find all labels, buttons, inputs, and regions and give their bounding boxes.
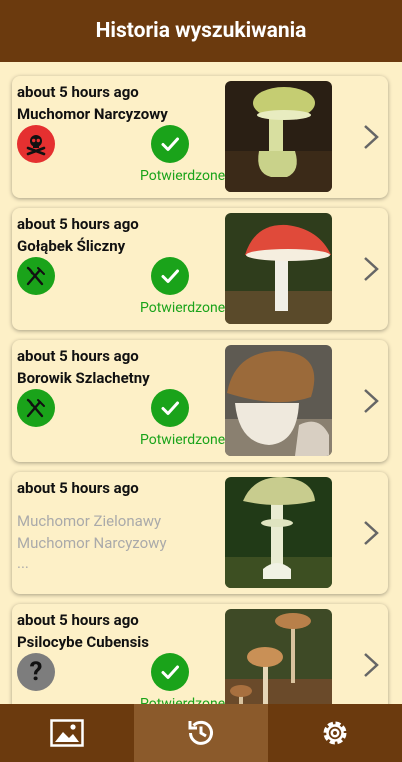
chevron-right-icon[interactable] bbox=[361, 387, 381, 415]
history-item[interactable]: about 5 hours ago Psilocybe Cubensis ? P… bbox=[12, 604, 388, 704]
mushroom-photo bbox=[225, 345, 332, 456]
item-time: about 5 hours ago bbox=[17, 479, 139, 497]
chevron-right-icon[interactable] bbox=[361, 123, 381, 151]
mushroom-photo bbox=[225, 213, 332, 324]
fork-knife-icon bbox=[17, 389, 55, 427]
history-list[interactable]: about 5 hours ago Muchomor Narcyzowy Pot… bbox=[0, 62, 402, 704]
mushroom-photo bbox=[225, 81, 332, 192]
history-icon bbox=[188, 720, 213, 745]
nav-settings[interactable] bbox=[268, 704, 402, 762]
status-label: Potwierdzone bbox=[140, 696, 226, 704]
fork-knife-icon bbox=[17, 257, 55, 295]
more-candidates: ... bbox=[17, 554, 29, 572]
status-label: Potwierdzone bbox=[140, 432, 226, 448]
bottom-navigation bbox=[0, 704, 402, 762]
item-time: about 5 hours ago bbox=[17, 347, 139, 365]
status-label: Potwierdzone bbox=[140, 168, 226, 184]
mushroom-photo bbox=[225, 477, 332, 588]
chevron-right-icon[interactable] bbox=[361, 519, 381, 547]
settings-gear-icon bbox=[323, 721, 347, 745]
gallery-icon bbox=[50, 719, 84, 747]
item-name: Borowik Szlachetny bbox=[17, 369, 150, 387]
candidate-name: Muchomor Narcyzowy bbox=[17, 534, 167, 552]
item-name: Psilocybe Cubensis bbox=[17, 633, 149, 651]
page-title: Historia wyszukiwania bbox=[95, 19, 307, 43]
history-item[interactable]: about 5 hours ago Muchomor Narcyzowy Pot… bbox=[12, 76, 388, 198]
item-time: about 5 hours ago bbox=[17, 215, 139, 233]
history-item[interactable]: about 5 hours ago Muchomor Zielonawy Muc… bbox=[12, 472, 388, 594]
chevron-right-icon[interactable] bbox=[361, 255, 381, 283]
item-name: Gołąbek Śliczny bbox=[17, 237, 126, 255]
confirmed-check-icon bbox=[151, 653, 189, 691]
app-header: Historia wyszukiwania bbox=[0, 0, 402, 62]
candidate-name: Muchomor Zielonawy bbox=[17, 512, 162, 530]
history-item[interactable]: about 5 hours ago Gołąbek Śliczny Potwie… bbox=[12, 208, 388, 330]
history-item[interactable]: about 5 hours ago Borowik Szlachetny Pot… bbox=[12, 340, 388, 462]
confirmed-check-icon bbox=[151, 389, 189, 427]
confirmed-check-icon bbox=[151, 257, 189, 295]
item-time: about 5 hours ago bbox=[17, 611, 139, 629]
mushroom-photo bbox=[225, 609, 332, 704]
nav-history[interactable] bbox=[134, 704, 268, 762]
confirmed-check-icon bbox=[151, 125, 189, 163]
skull-icon bbox=[17, 125, 55, 163]
chevron-right-icon[interactable] bbox=[361, 651, 381, 679]
question-mark-icon: ? bbox=[17, 653, 55, 691]
item-time: about 5 hours ago bbox=[17, 83, 139, 101]
nav-gallery[interactable] bbox=[0, 704, 134, 762]
status-label: Potwierdzone bbox=[140, 300, 226, 316]
item-name: Muchomor Narcyzowy bbox=[17, 105, 168, 123]
